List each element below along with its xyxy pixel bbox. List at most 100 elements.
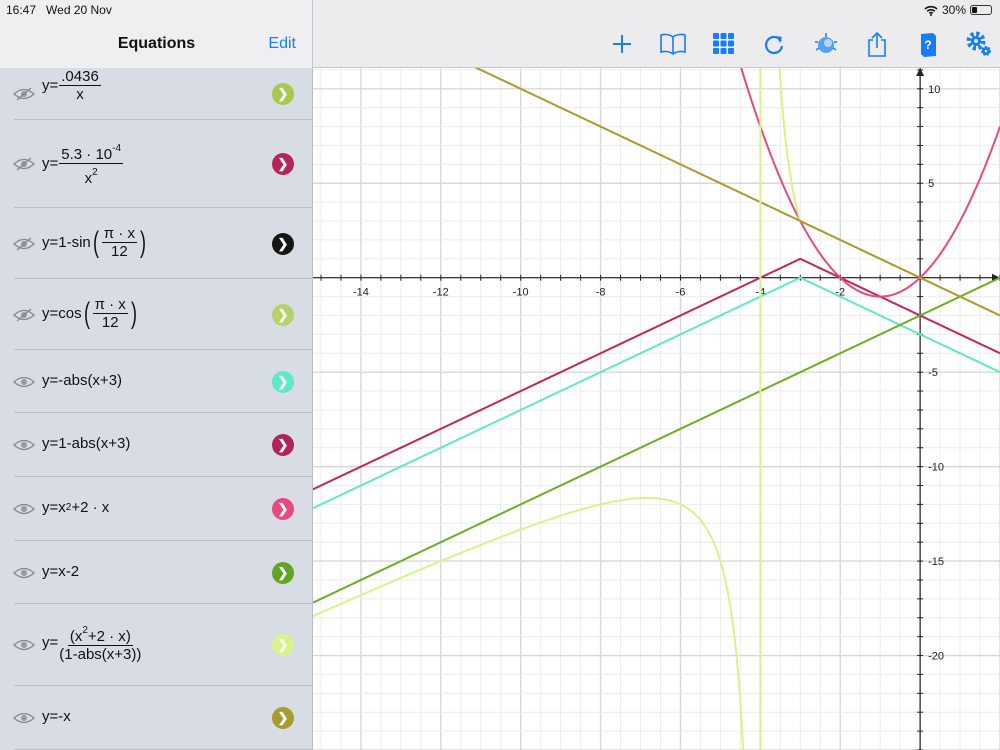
eye-slash-icon[interactable] [13,237,35,251]
den-text: x [84,170,93,187]
num-text: +2 · x [87,628,126,645]
denominator: 12 [111,243,128,260]
chevron-right-icon: ❯ [277,710,289,725]
chevron-right-icon: ❯ [277,564,289,580]
exponent: -4 [112,143,122,154]
equation-row[interactable]: y= 5.3 · 10-4 x2 ❯ [0,120,313,208]
fraction: π · x 12 [101,225,137,260]
equation-detail-button[interactable]: ❯ [272,303,294,326]
equation-detail-button[interactable]: ❯ [272,498,294,520]
eye-slash-icon[interactable] [13,308,35,322]
eq-lhs: y= [42,634,59,651]
equation-list: y= .0436 x ❯ y= 5.3 · 10-4 x2 ❯ y=1-sin(π · … [0,68,313,750]
x-tick-label: -14 [353,287,369,299]
equation-row[interactable]: y=-abs(x+3) ❯ [0,350,313,413]
equation-detail-button[interactable]: ❯ [272,434,294,456]
equation-detail-button[interactable]: ❯ [272,232,294,255]
equation-detail-button[interactable]: ❯ [272,561,294,584]
eq-lhs: y=cos [42,305,82,322]
equation-row[interactable]: y=1-abs(x+3) ❯ [0,413,313,477]
eye-icon[interactable] [13,711,35,725]
eye-icon[interactable] [13,638,35,652]
equation-detail-button[interactable]: ❯ [272,707,294,729]
equation-detail-button[interactable]: ❯ [272,370,294,393]
eq-lhs: y=1-sin [42,234,91,251]
denominator: 12 [101,314,119,331]
equation-detail-button[interactable]: ❯ [272,634,294,656]
graph-canvas[interactable]: -14-12-10-8-6-4-2105-5-10-15-20 [313,68,1000,750]
settings-button[interactable] [953,28,1000,60]
fraction: π · x 12 [92,296,128,331]
equation-row[interactable]: y=x 2 +2 · x ❯ [0,477,313,541]
numerator: .0436 [59,68,101,86]
equation: y=-abs(x+3) [42,372,123,389]
add-button[interactable] [596,28,647,60]
y-axis-arrow [916,68,925,76]
chevron-right-icon: ❯ [277,637,289,652]
equation-row[interactable]: y=x-2 ❯ [0,541,313,604]
x-tick-label: -8 [596,287,606,299]
eye-icon[interactable] [13,502,35,516]
numerator: 5.3 · 10-4 [59,140,124,164]
x-tick-label: -10 [513,287,529,299]
equation-detail-button[interactable]: ❯ [272,153,294,175]
series-line-1 [313,276,1000,510]
fraction: (x2+2 · x) (1-abs(x+3)) [59,622,141,663]
share-icon [867,31,886,57]
battery-icon [970,5,992,15]
equation: y=cos(π · x 12) [42,296,139,331]
paren: ( [92,225,99,259]
eye-icon[interactable] [13,438,35,452]
numerator: (x2+2 · x) [67,622,133,646]
equation-row[interactable]: y=1-sin(π · x 12) ❯ [0,208,313,279]
chevron-right-icon: ❯ [277,306,289,322]
help-button[interactable]: ? [902,28,953,60]
graph-toolbar: ? [596,28,1000,60]
denominator: x [76,86,84,103]
refresh-button[interactable] [749,28,800,60]
edit-button[interactable]: Edit [268,35,296,53]
chevron-right-icon: ❯ [277,86,289,101]
eye-icon[interactable] [13,375,35,389]
y-tick-label: -20 [928,651,944,663]
y-tick-label: 5 [928,178,934,190]
eye-slash-icon[interactable] [13,157,35,171]
eq-lhs: y=x [42,499,66,516]
equation-row[interactable]: y= .0436 x ❯ [0,68,313,120]
x-tick-label: -12 [433,287,449,299]
equation-row[interactable]: y= (x2+2 · x) (1-abs(x+3)) ❯ [0,604,313,686]
equation: y=1-sin(π · x 12) [42,225,148,260]
equation-row[interactable]: y=-x ❯ [0,686,313,750]
fraction: 5.3 · 10-4 x2 [59,140,124,187]
eye-slash-icon[interactable] [13,87,35,101]
series-line-5 [313,68,1000,750]
library-button[interactable] [647,28,698,60]
gears-icon [966,31,991,56]
equation-row[interactable]: y=cos(π · x 12) ❯ [0,279,313,350]
sphere-icon [814,33,837,53]
equation: y=1-abs(x+3) [42,435,131,452]
status-right: 30% [924,3,992,17]
share-button[interactable] [851,28,902,60]
fraction: .0436 x [59,68,101,103]
equation-detail-button[interactable]: ❯ [272,83,294,105]
eq-lhs: y= [42,155,59,172]
paren: ( [83,296,90,330]
eq-lhs: y= [42,77,59,94]
y-tick-label: -15 [928,556,944,568]
chevron-right-icon: ❯ [277,501,289,516]
y-tick-label: 10 [928,84,940,96]
chevron-right-icon: ❯ [277,373,289,389]
equation: y= .0436 x [42,68,102,103]
denominator: x2 [85,164,98,187]
graph-style-button[interactable] [800,28,851,60]
svg-text:?: ? [924,38,931,52]
eye-icon[interactable] [13,566,35,580]
chevron-right-icon: ❯ [277,156,289,171]
series-line-3 [740,68,1000,298]
sidebar-header: 16:47 Wed 20 Nov Equations Edit [0,0,313,68]
keypad-button[interactable] [698,28,749,60]
grid-icon [712,33,734,54]
refresh-icon [764,35,783,55]
status-clock: 16:47 Wed 20 Nov [6,3,112,17]
